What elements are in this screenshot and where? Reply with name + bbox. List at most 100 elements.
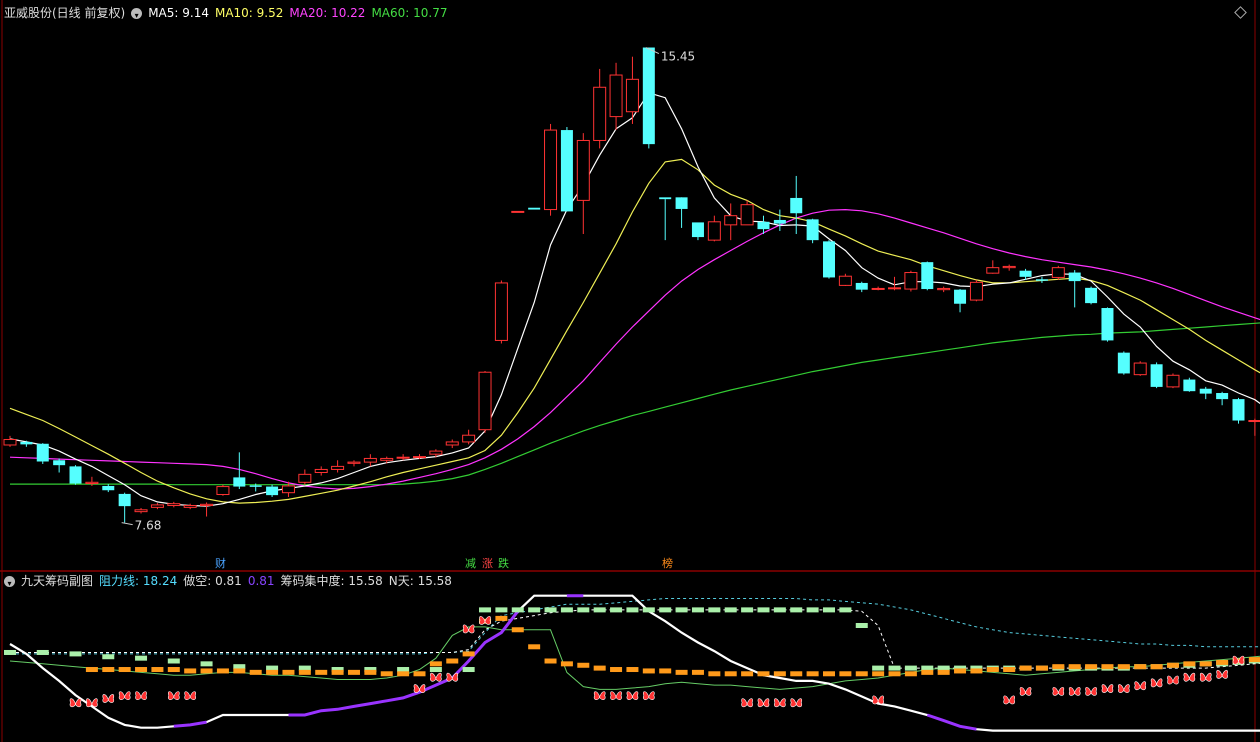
butterfly-wing [91, 698, 98, 708]
candle [102, 485, 115, 491]
butterfly-icon [593, 691, 606, 700]
butterfly-wing [419, 684, 426, 693]
chip-bar-orange [610, 667, 623, 673]
chip-bar-orange [839, 671, 852, 677]
butterfly-wing [118, 691, 125, 700]
candle [1019, 270, 1032, 277]
chip-bar-orange [249, 669, 262, 675]
chip-bar-orange [135, 667, 148, 673]
butterfly-wing [1183, 672, 1190, 682]
chip-bar-green [773, 607, 786, 613]
butterfly-wing [430, 672, 437, 682]
chip-bar-orange [855, 671, 868, 677]
butterfly-wing [1216, 669, 1223, 679]
butterfly-icon [1216, 669, 1228, 679]
butterfly-wing [479, 615, 486, 625]
chip-bar-orange [708, 671, 721, 677]
chip-bar-orange [560, 661, 573, 667]
candle [216, 486, 230, 496]
butterfly-icon [1052, 686, 1065, 696]
candle [53, 460, 66, 466]
butterfly-wing [468, 624, 475, 634]
ma60-line [10, 322, 1260, 486]
chip-bar-green [429, 667, 442, 673]
low-pointer [121, 522, 133, 526]
chip-bar-orange [1248, 657, 1260, 663]
short-segment [173, 720, 207, 728]
chip-bar-green [544, 607, 557, 613]
butterfly-icon [1019, 686, 1032, 696]
chip-bar-orange [577, 662, 590, 668]
candle [1133, 362, 1147, 376]
butterfly-wing [757, 698, 764, 708]
candle [85, 481, 99, 485]
candle [986, 267, 1000, 274]
butterfly-icon [610, 691, 622, 700]
butterfly-wing [774, 698, 781, 708]
chip-bar-green [560, 607, 573, 613]
butterfly-wing [1205, 672, 1212, 682]
chip-bar-green [642, 607, 655, 613]
butterfly-wing [877, 695, 884, 705]
butterfly-wing [1074, 686, 1081, 696]
candle [544, 129, 558, 211]
chip-bar-green [102, 654, 115, 660]
chip-bar-green [593, 607, 606, 613]
candle [659, 197, 672, 200]
butterfly-icon [1167, 675, 1179, 685]
low-price-label: 7.68 [135, 519, 162, 533]
candle [478, 371, 492, 431]
chip-bar-orange [954, 668, 967, 674]
butterfly-wing [1156, 678, 1163, 688]
chip-bar-orange [806, 671, 819, 677]
candle [347, 461, 361, 464]
butterfly-wing [615, 691, 622, 700]
chip-bar-orange [200, 668, 213, 674]
butterfly-wing [413, 684, 420, 693]
butterfly-icon [1199, 672, 1212, 682]
candle [363, 457, 377, 463]
chip-bar-orange [462, 651, 475, 657]
candle [183, 505, 197, 508]
chip-bar-orange [282, 669, 295, 675]
butterfly-wing [435, 672, 442, 682]
butterfly-wing [593, 691, 600, 700]
butterfly-wing [746, 698, 753, 708]
butterfly-wing [795, 698, 803, 708]
candle [625, 78, 639, 113]
candle [118, 493, 131, 507]
chip-bar-orange [1117, 664, 1130, 670]
butterfly-wing [1008, 695, 1015, 705]
butterfly-icon [1183, 672, 1196, 682]
candle [462, 434, 476, 443]
candle [429, 450, 443, 455]
candle [823, 241, 835, 278]
candle [888, 287, 902, 290]
chip-bar-orange [724, 671, 737, 677]
candle [1085, 287, 1098, 304]
chip-bar-orange [151, 667, 164, 673]
butterfly-wing [1090, 686, 1097, 696]
butterfly-wing [189, 691, 196, 700]
concentration-line [9, 594, 1260, 732]
chip-bar-orange [970, 668, 983, 674]
butterfly-wing [1232, 655, 1239, 665]
ma5-line [9, 92, 1260, 507]
chip-bar-green [806, 607, 819, 613]
chip-bar-green [724, 607, 737, 613]
butterfly-wing [1238, 655, 1245, 665]
candle [1248, 420, 1260, 423]
chip-bar-green [708, 607, 721, 613]
chip-bar-green [872, 665, 885, 671]
chip-bar-green [495, 607, 508, 613]
butterfly-wing [648, 691, 655, 700]
kline-chart: 15.45 7.68 [0, 0, 1260, 742]
candle [413, 456, 426, 459]
chip-bar-green [233, 664, 246, 670]
chip-bar-orange [528, 644, 541, 650]
candle [167, 503, 181, 507]
butterfly-icon [1068, 686, 1081, 696]
chip-bar-orange [937, 669, 950, 675]
chip-bar-orange [691, 669, 704, 675]
candle [724, 215, 738, 226]
